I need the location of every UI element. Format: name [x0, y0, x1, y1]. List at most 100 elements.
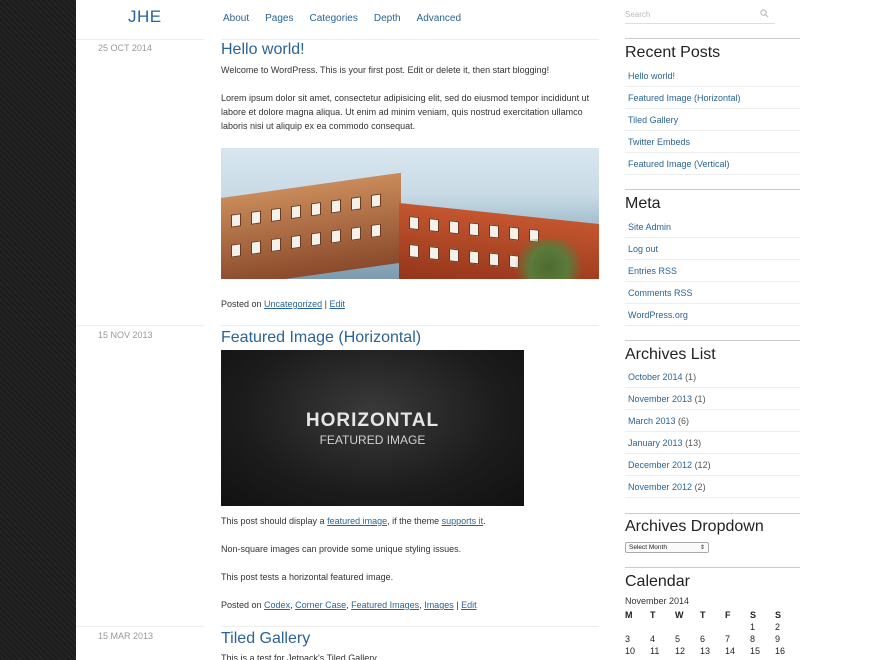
nav-categories[interactable]: Categories	[310, 13, 358, 24]
tag-link[interactable]: Featured Images	[351, 600, 419, 610]
background-strip	[0, 0, 76, 660]
post-meta: Posted on Uncategorized | Edit	[221, 299, 345, 309]
search-icon[interactable]	[760, 9, 769, 18]
post-paragraph: Non-square images can provide some uniqu…	[221, 544, 462, 554]
divider	[76, 325, 204, 326]
calendar-day: 9	[775, 634, 781, 644]
recent-post-link[interactable]: Twitter Embeds	[628, 137, 690, 147]
category-link[interactable]: Uncategorized	[264, 299, 322, 309]
post-photo-buildings	[221, 148, 599, 279]
list-item: Entries RSS	[625, 260, 800, 282]
archive-link[interactable]: October 2014	[628, 372, 683, 382]
search-input[interactable]: Search	[625, 6, 775, 24]
divider	[221, 626, 599, 627]
list-item: Site Admin	[625, 216, 800, 238]
divider	[625, 340, 800, 341]
post-paragraph: This post should display a featured imag…	[221, 516, 486, 526]
calendar-day: 1	[750, 622, 756, 632]
post-date: 15 NOV 2013	[98, 330, 153, 340]
featured-image-text: HORIZONTAL	[305, 409, 440, 431]
list-item: Comments RSS	[625, 282, 800, 304]
list-item: October 2014 (1)	[625, 366, 800, 388]
tag-link[interactable]: Corner Case	[295, 600, 346, 610]
nav-advanced[interactable]: Advanced	[417, 13, 461, 24]
tag-link[interactable]: Images	[424, 600, 454, 610]
divider	[221, 325, 599, 326]
recent-post-link[interactable]: Hello world!	[628, 71, 675, 81]
divider	[221, 39, 599, 40]
nav-pages[interactable]: Pages	[265, 13, 293, 24]
site-logo[interactable]: JHE	[128, 7, 162, 27]
divider	[76, 626, 204, 627]
meta-link[interactable]: WordPress.org	[628, 310, 688, 320]
archives-list: October 2014 (1) November 2013 (1) March…	[625, 366, 800, 498]
recent-post-link[interactable]: Tiled Gallery	[628, 115, 678, 125]
calendar-day-header: T	[700, 610, 706, 620]
post-meta: Posted on Codex, Corner Case, Featured I…	[221, 600, 477, 610]
post-date: 15 MAR 2013	[98, 631, 154, 641]
archive-link[interactable]: November 2012	[628, 482, 692, 492]
calendar-month: November 2014	[625, 596, 690, 606]
calendar-day: 14	[725, 646, 736, 656]
post-date: 25 OCT 2014	[98, 43, 152, 53]
divider	[625, 567, 800, 568]
archive-link[interactable]: January 2013	[628, 438, 683, 448]
calendar-day-header: W	[675, 610, 684, 620]
recent-post-link[interactable]: Featured Image (Vertical)	[628, 159, 730, 169]
widget-title-recent-posts: Recent Posts	[625, 44, 721, 61]
calendar-day-header: F	[725, 610, 731, 620]
calendar-day: 7	[725, 634, 731, 644]
edit-link[interactable]: Edit	[461, 600, 477, 610]
divider	[625, 38, 800, 39]
calendar-day-header: S	[775, 610, 782, 620]
list-item: November 2012 (2)	[625, 476, 800, 498]
widget-title-meta: Meta	[625, 195, 661, 212]
meta-link[interactable]: Log out	[628, 244, 658, 254]
list-item: Featured Image (Horizontal)	[625, 87, 800, 109]
list-item: Log out	[625, 238, 800, 260]
calendar-day: 5	[675, 634, 681, 644]
list-item: March 2013 (6)	[625, 410, 800, 432]
calendar-day	[625, 622, 650, 632]
archives-dropdown[interactable]: Select Month ⇕	[625, 542, 709, 553]
archive-link[interactable]: December 2012	[628, 460, 692, 470]
archive-link[interactable]: March 2013	[628, 416, 676, 426]
list-item: WordPress.org	[625, 304, 800, 326]
featured-image-link[interactable]: featured image	[327, 516, 387, 526]
tag-link[interactable]: Codex	[264, 600, 290, 610]
meta-link[interactable]: Comments RSS	[628, 288, 693, 298]
post-title[interactable]: Hello world!	[221, 41, 305, 59]
widget-title-archives-list: Archives List	[625, 346, 716, 363]
calendar-day	[675, 622, 700, 632]
calendar-day-header: M	[625, 610, 633, 620]
nav-depth[interactable]: Depth	[374, 13, 401, 24]
chevron-updown-icon: ⇕	[699, 545, 705, 551]
post-title[interactable]: Featured Image (Horizontal)	[221, 329, 421, 347]
list-item: Tiled Gallery	[625, 109, 800, 131]
meta-link[interactable]: Entries RSS	[628, 266, 677, 276]
calendar-day: 6	[700, 634, 706, 644]
list-item: November 2013 (1)	[625, 388, 800, 410]
meta-link[interactable]: Site Admin	[628, 222, 671, 232]
calendar-day	[700, 622, 725, 632]
list-item: December 2012 (12)	[625, 454, 800, 476]
recent-post-link[interactable]: Featured Image (Horizontal)	[628, 93, 741, 103]
calendar-day: 8	[750, 634, 756, 644]
calendar-day: 13	[700, 646, 711, 656]
archive-link[interactable]: November 2013	[628, 394, 692, 404]
widget-title-calendar: Calendar	[625, 573, 690, 590]
featured-image-subtext: FEATURED IMAGE	[319, 432, 426, 447]
calendar-day-header: T	[650, 610, 656, 620]
divider	[76, 39, 204, 40]
calendar-day: 10	[625, 646, 636, 656]
list-item: Twitter Embeds	[625, 131, 800, 153]
edit-link[interactable]: Edit	[329, 299, 345, 309]
calendar-day	[725, 622, 750, 632]
calendar-day: 16	[775, 646, 786, 656]
calendar-grid: M T W T F S S 1 2 3 4 5 6 7 8 9 10 11 12…	[625, 610, 800, 656]
calendar-day	[650, 622, 675, 632]
nav-about[interactable]: About	[223, 13, 249, 24]
calendar-day: 15	[750, 646, 761, 656]
post-title[interactable]: Tiled Gallery	[221, 630, 310, 648]
supports-it-link[interactable]: supports it	[442, 516, 484, 526]
